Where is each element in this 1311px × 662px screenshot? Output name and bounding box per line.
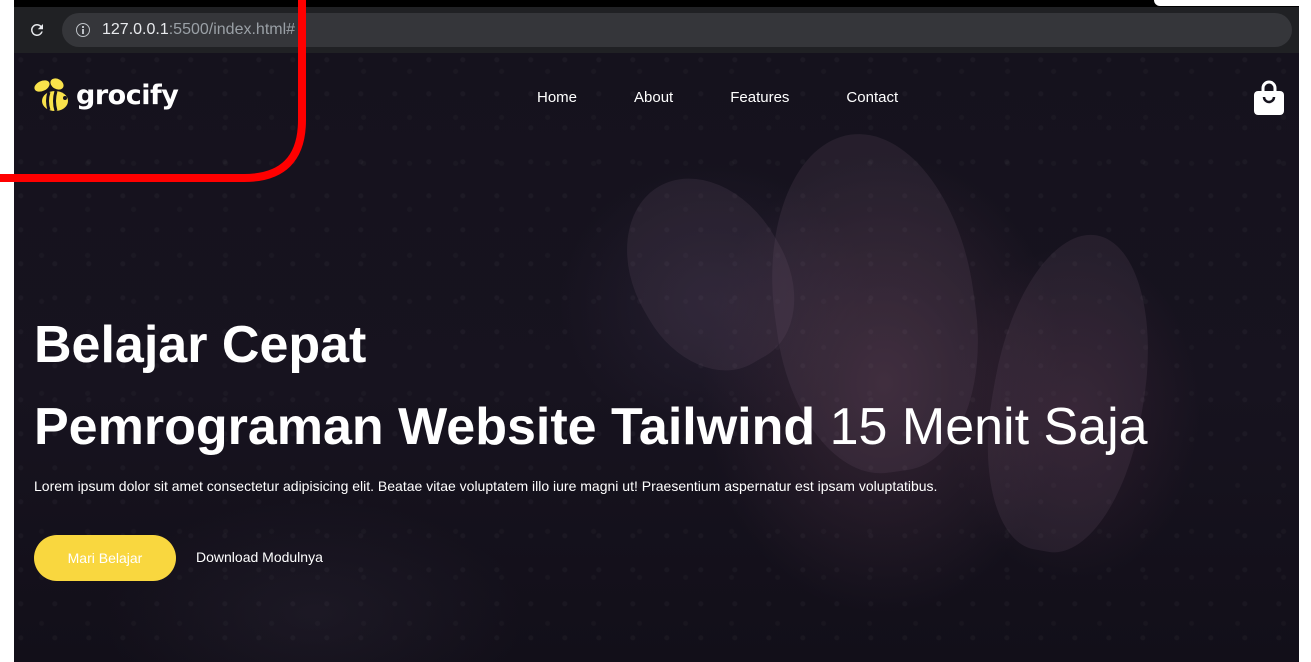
reload-icon[interactable] (26, 19, 48, 41)
nav-link-contact[interactable]: Contact (846, 89, 898, 106)
browser-toolbar: 127.0.0.1:5500/index.html# (14, 7, 1299, 53)
logo-text: grocify (76, 79, 179, 111)
hero-title-bold: Pemrograman Website Tailwind (34, 398, 816, 456)
url-host: 127.0.0.1 (102, 21, 169, 38)
download-modul-link[interactable]: Download Modulnya (196, 549, 323, 565)
window-corner (1154, 0, 1299, 6)
shopping-bag-icon[interactable] (1252, 79, 1286, 117)
site-logo[interactable]: grocify (32, 75, 179, 115)
hero-title-line1: Belajar Cepat (34, 316, 367, 374)
info-icon[interactable] (76, 23, 90, 37)
nav-menu: Home About Features Contact (537, 89, 898, 106)
hero-description: Lorem ipsum dolor sit amet consectetur a… (34, 478, 938, 494)
mari-belajar-button[interactable]: Mari Belajar (34, 535, 176, 581)
nav-link-home[interactable]: Home (537, 89, 577, 106)
hero-title-line2: Pemrograman Website Tailwind 15 Menit Sa… (34, 397, 1148, 457)
browser-window: 127.0.0.1:5500/index.html# grocify Home (14, 0, 1299, 662)
nav-link-about[interactable]: About (634, 89, 673, 106)
hero-title-light: 15 Menit Saja (829, 398, 1148, 456)
bee-logo-icon (34, 78, 68, 112)
nav-link-features[interactable]: Features (730, 89, 789, 106)
window-top-edge (14, 0, 1299, 7)
address-bar[interactable]: 127.0.0.1:5500/index.html# (62, 13, 1292, 47)
site-navbar: grocify Home About Features Contact (14, 53, 1299, 143)
url-path: :5500/index.html# (168, 21, 296, 38)
hero-section: grocify Home About Features Contact Bela… (14, 53, 1299, 662)
